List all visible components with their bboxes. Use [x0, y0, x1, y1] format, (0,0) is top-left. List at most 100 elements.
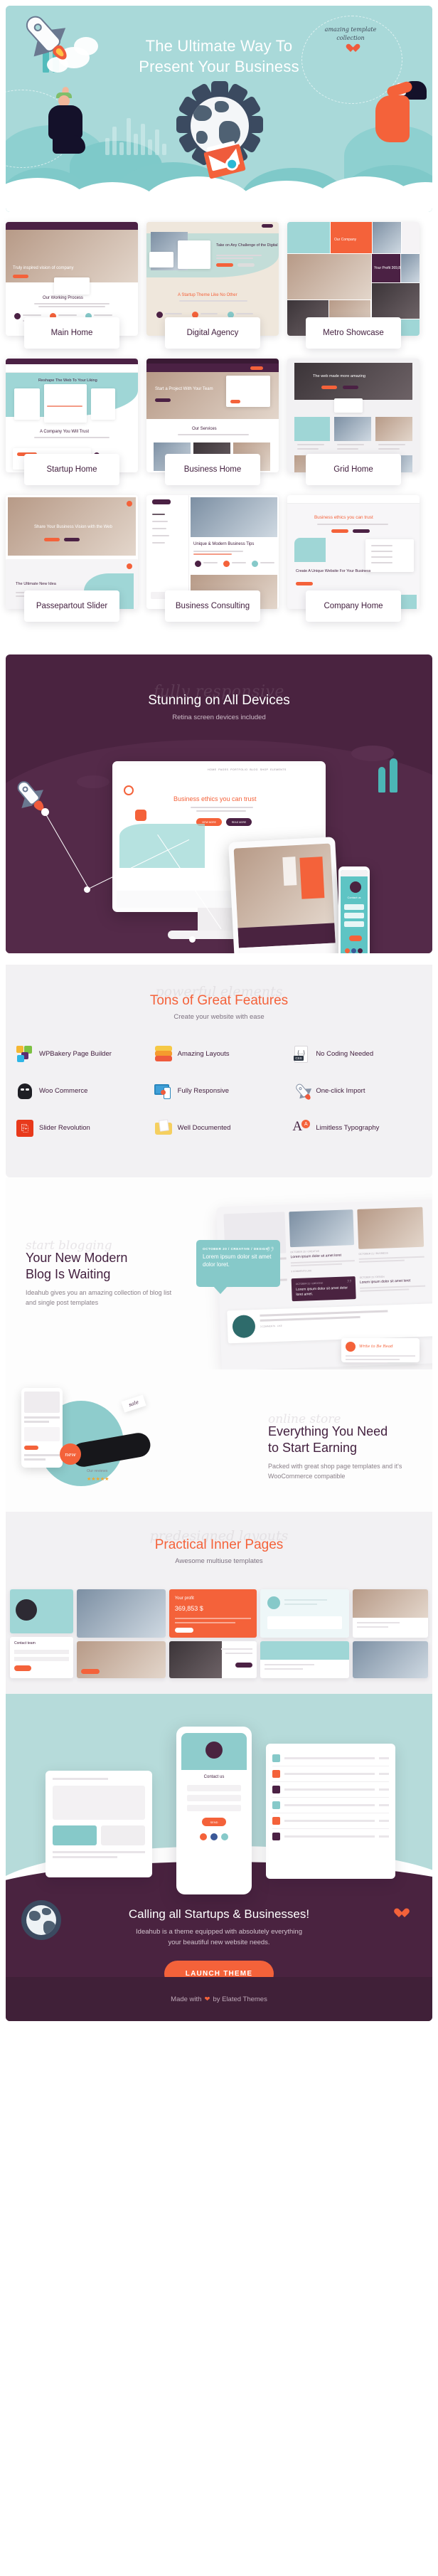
demo-headline: Reshape The Web To Your Liking — [38, 378, 97, 383]
cta-dashboard-card — [46, 1771, 152, 1877]
mockup-secondary-button[interactable]: READ MORE — [226, 818, 252, 826]
demo-card[interactable]: Business ethics you can trust Create A U… — [287, 495, 420, 622]
inner-card[interactable] — [169, 1641, 257, 1678]
cta-subtitle-line1: Ideahub is a theme equipped with absolut… — [136, 1928, 302, 1936]
feature-label: Amazing Layouts — [177, 1049, 230, 1058]
inner-card[interactable] — [353, 1641, 428, 1678]
responsive-section: fully responsive Stunning on All Devices… — [6, 654, 432, 953]
demo-card[interactable]: The web made more amazing Grid Home — [287, 359, 420, 485]
demo-card[interactable]: Reshape The Web To Your Liking A Company… — [6, 359, 138, 485]
demo-label[interactable]: Startup Home — [24, 454, 119, 485]
css-file-icon: {...} CSS — [292, 1045, 311, 1064]
blog-subtitle: Ideahub gives you an amazing collection … — [26, 1289, 172, 1306]
cta-phone-send-button[interactable]: SEND — [202, 1818, 226, 1826]
features-title: Tons of Great Features — [149, 993, 289, 1008]
hero-note-line2: collection — [336, 34, 365, 41]
tablet-mockup — [228, 837, 342, 953]
demo-label[interactable]: Digital Agency — [165, 317, 260, 349]
inner-column: Your profit 369,853 $ — [169, 1589, 257, 1678]
blog-section: OCTOBER 20 / CREATIVE Lorem ipsum dolor … — [6, 1177, 432, 1369]
demo-headline: Start a Project With Your Team — [155, 387, 213, 391]
demo-card[interactable]: Take on Any Challenge of the Digital Wor… — [146, 222, 279, 349]
feature-item: {...} CSS No Coding Needed — [288, 1045, 427, 1082]
feature-item: Fully Responsive — [150, 1082, 289, 1119]
shop-title-line1: Everything You Need — [268, 1424, 388, 1438]
shop-copy: online store Everything You Need to Star… — [268, 1412, 421, 1481]
cta-subtitle-line2: your beautiful new website needs. — [168, 1938, 270, 1946]
demo-card[interactable]: Share Your Business Vision with the Web … — [6, 495, 138, 622]
inner-card[interactable] — [76, 1641, 166, 1678]
features-subtitle: Create your website with ease — [173, 1013, 265, 1021]
demo-section: Our Working Process — [43, 296, 83, 300]
demo-label[interactable]: Metro Showcase — [306, 317, 401, 349]
demo-label[interactable]: Grid Home — [306, 454, 401, 485]
cta-copy: Calling all Startups & Businesses! Ideah… — [6, 1907, 432, 1988]
connector-node — [189, 936, 196, 943]
feature-item: AA Limitless Typography — [288, 1119, 427, 1156]
responsive-subtitle: Retina screen devices included — [172, 714, 266, 721]
feature-item: Woo Commerce — [11, 1082, 150, 1119]
quote-mark-icon: ” — [266, 1243, 274, 1263]
footer: Made with ❤ by Elated Themes — [6, 1977, 432, 2021]
demo-label[interactable]: Business Consulting — [165, 590, 260, 622]
inner-column — [76, 1589, 166, 1678]
shop-illustration: new sale Our reviews ★★★★★ — [16, 1382, 193, 1500]
demo-headline: Unique & Modern Business Tips — [193, 542, 255, 546]
inner-card[interactable]: Contact team — [10, 1637, 73, 1678]
demo-card[interactable]: Start a Project With Your Team Our Servi… — [146, 359, 279, 485]
shop-phone-mockup — [21, 1388, 63, 1468]
hero-title-line1: The Ultimate Way To — [145, 37, 293, 55]
demo-section: Our Services — [192, 427, 217, 431]
devices-icon — [154, 1082, 173, 1101]
inner-card[interactable] — [10, 1589, 73, 1633]
hero-title-line2: Present Your Business — [139, 58, 299, 76]
cta-section: Contact us SEND Calling all Startups & B… — [6, 1694, 432, 2021]
demo-headline: Share Your Business Vision with the Web — [34, 525, 112, 529]
quote-tail — [213, 1286, 228, 1294]
typography-icon: AA — [292, 1119, 311, 1138]
demo-card[interactable]: Unique & Modern Business Tips Business C… — [146, 495, 279, 622]
folder-docs-icon — [154, 1119, 173, 1138]
mockup-headline: Business ethics you can trust — [173, 795, 257, 802]
rocket-icon — [292, 1082, 314, 1101]
sale-badge: sale — [121, 1394, 146, 1413]
cta-subtitle: Ideahub is a theme equipped with absolut… — [6, 1927, 432, 1948]
inner-card[interactable] — [260, 1641, 350, 1678]
phone-mockup: Contact us — [338, 866, 370, 953]
feature-label: One-click Import — [316, 1086, 365, 1095]
inner-column: Contact team — [10, 1589, 73, 1678]
inner-column — [353, 1589, 428, 1678]
shop-title-line2: to Start Earning — [268, 1440, 358, 1455]
feature-label: WPBakery Page Builder — [39, 1049, 112, 1058]
inner-title: Practical Inner Pages — [154, 1537, 284, 1552]
new-badge: new — [60, 1443, 81, 1465]
feature-item: ⎘ Slider Revolution — [11, 1119, 150, 1156]
feature-item: WPBakery Page Builder — [11, 1045, 150, 1082]
blog-title-line2: Blog Is Waiting — [26, 1266, 111, 1281]
demo-card[interactable]: Truly inspired vision of company Our Wor… — [6, 222, 138, 349]
slider-revolution-icon: ⎘ — [16, 1119, 34, 1138]
inner-card[interactable] — [76, 1589, 166, 1638]
demo-headline: Take on Any Challenge of the Digital Wor… — [216, 243, 279, 248]
demo-headline: Our Company — [334, 238, 357, 242]
inner-card-label: Contact team — [14, 1641, 36, 1645]
demo-label[interactable]: Business Home — [165, 454, 260, 485]
demo-card[interactable]: Our Company Your Profit 369,853 $ Metro … — [287, 222, 420, 349]
inner-card[interactable]: Your profit 369,853 $ — [169, 1589, 257, 1638]
cta-phone-title: Contact us — [203, 1775, 225, 1779]
inner-card[interactable] — [260, 1589, 350, 1638]
features-section: powerful elements Tons of Great Features… — [6, 965, 432, 1177]
hero-section: The Ultimate Way To Present Your Busines… — [0, 0, 438, 221]
demo-label[interactable]: Passepartout Slider — [24, 590, 119, 622]
demo-row: Reshape The Web To Your Liking A Company… — [6, 359, 432, 485]
footer-author: by Elated Themes — [213, 1995, 267, 2003]
demo-headline: The web made more amazing — [313, 374, 365, 378]
inner-card[interactable] — [353, 1589, 428, 1638]
demo-headline: Business ethics you can trust — [314, 515, 373, 520]
features-grid: WPBakery Page Builder Amazing Layouts {.… — [11, 1045, 427, 1156]
inner-column — [260, 1589, 350, 1678]
demo-label[interactable]: Main Home — [24, 317, 119, 349]
demo-row: Share Your Business Vision with the Web … — [6, 495, 432, 622]
feature-label: No Coding Needed — [316, 1049, 374, 1058]
demo-label[interactable]: Company Home — [306, 590, 401, 622]
